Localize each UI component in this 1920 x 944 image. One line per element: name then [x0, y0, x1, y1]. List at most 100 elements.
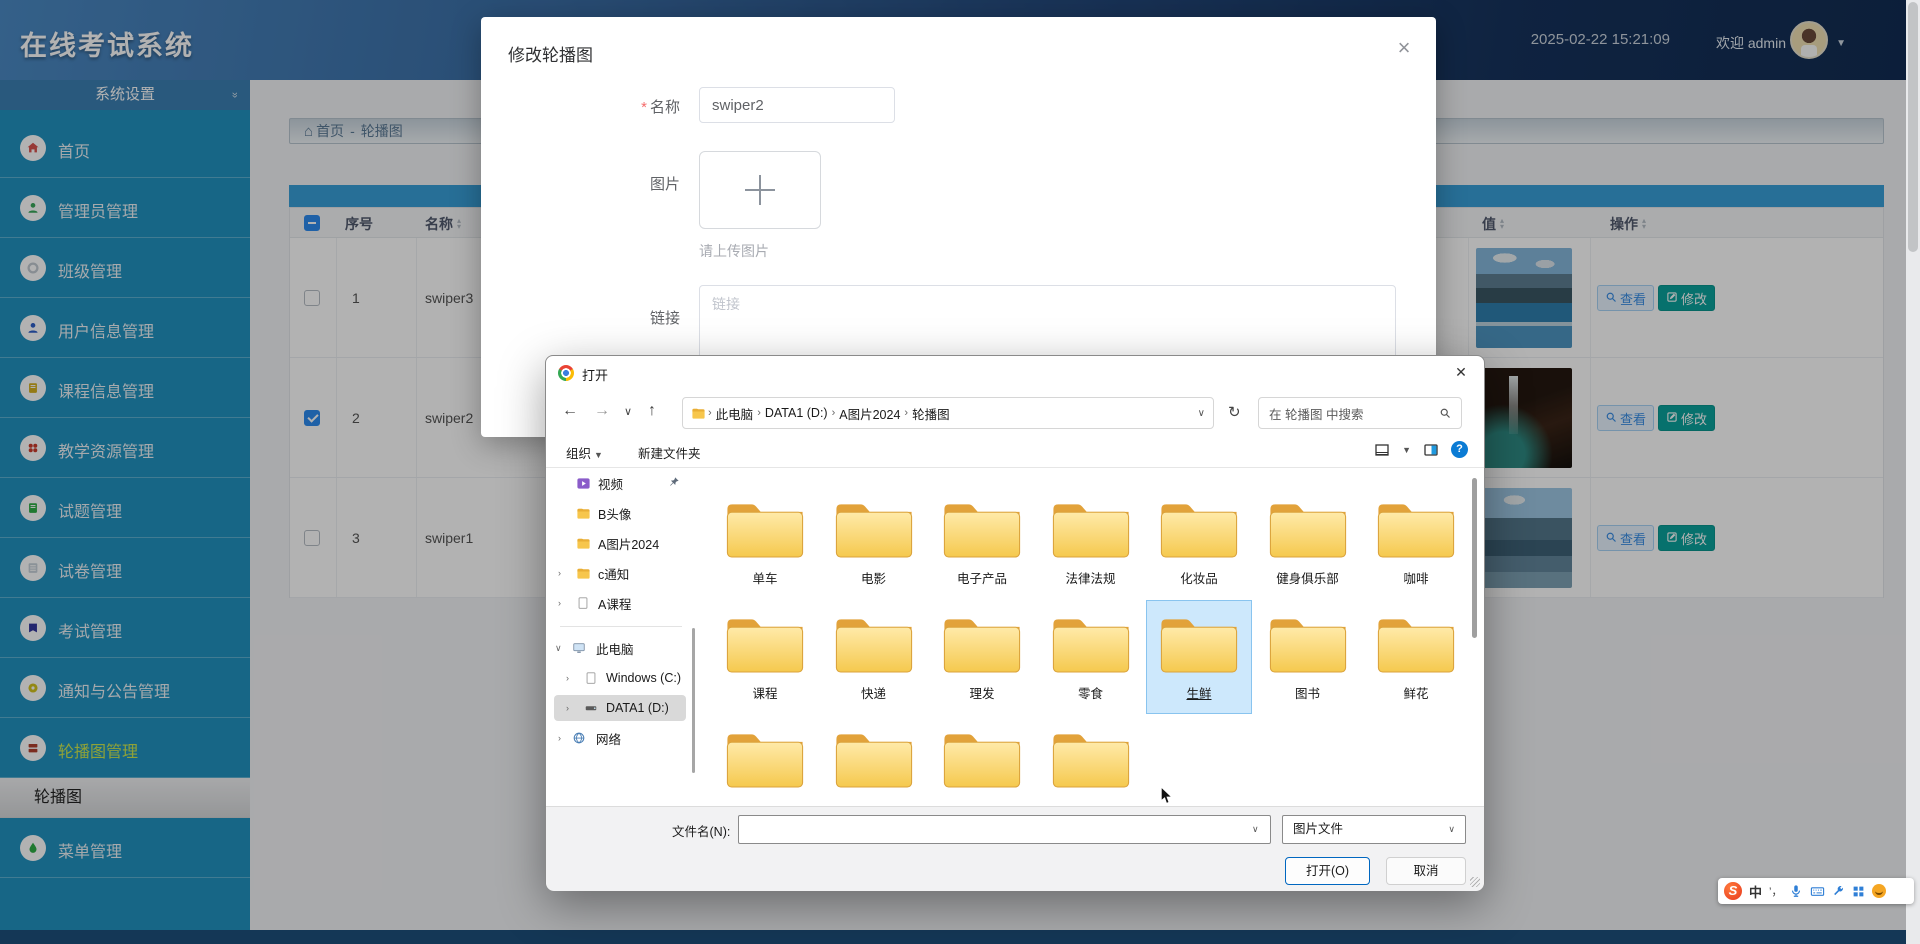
dialog-sidebar-item[interactable]: Windows (C:) [546, 663, 696, 693]
folder-label: 课程 [713, 683, 817, 702]
sidebar-item-icon [584, 701, 598, 715]
dialog-navbar: 此电脑 DATA1 (D:) A图片2024 轮播图 [546, 390, 1484, 436]
dialog-sidebar-item[interactable]: A课程 [546, 588, 696, 618]
address-crumb-wrap: 轮播图 [904, 404, 953, 423]
dialog-sidebar-item[interactable]: 视频 [546, 468, 696, 498]
folder-item[interactable] [822, 716, 926, 806]
refresh-icon[interactable] [1228, 403, 1241, 421]
folder-item[interactable] [930, 716, 1034, 806]
expand-icon[interactable] [566, 703, 569, 713]
organize-button[interactable]: 组织 [566, 443, 603, 462]
expand-icon[interactable] [558, 598, 561, 608]
folder-item[interactable]: 生鲜 [1147, 601, 1251, 713]
address-crumb[interactable]: 轮播图 [908, 404, 954, 423]
folder-item[interactable]: 课程 [713, 601, 817, 713]
name-input[interactable] [699, 87, 895, 123]
image-upload-box[interactable] [699, 151, 821, 229]
dialog-sidebar-item[interactable]: A图片2024 [546, 528, 696, 558]
help-icon[interactable]: ? [1451, 441, 1468, 458]
sidebar-item-label: B头像 [598, 504, 631, 523]
file-type-select[interactable]: 图片文件 [1282, 815, 1466, 844]
dialog-sidebar-item[interactable]: 此电脑 [546, 633, 696, 663]
folder-item[interactable]: 图书 [1256, 601, 1360, 713]
dialog-close-icon[interactable] [1438, 356, 1484, 390]
microphone-icon[interactable] [1789, 884, 1803, 898]
expand-icon[interactable] [558, 733, 561, 743]
folder-item[interactable]: 电影 [822, 486, 926, 598]
address-dropdown-icon[interactable] [1198, 408, 1205, 419]
dialog-sidebar-item[interactable]: DATA1 (D:) [546, 693, 696, 723]
ime-mode-toggle[interactable]: 中 [1749, 882, 1762, 901]
dialog-sidebar-item[interactable]: c通知 [546, 558, 696, 588]
sogou-logo-icon[interactable]: S [1724, 882, 1742, 900]
expand-icon[interactable] [566, 673, 569, 683]
sidebar-scrollbar[interactable] [692, 628, 695, 773]
view-mode-icon[interactable] [1374, 442, 1390, 458]
folder-icon-large [1156, 609, 1242, 682]
scrollbar-thumb[interactable] [1908, 2, 1918, 252]
keyboard-icon[interactable] [1810, 884, 1825, 899]
folder-item[interactable]: 健身俱乐部 [1256, 486, 1360, 598]
folder-label: 法律法规 [1039, 568, 1143, 587]
modal-close-icon[interactable] [1390, 35, 1418, 63]
dialog-resize-grip[interactable] [1470, 877, 1480, 887]
open-button[interactable]: 打开(O) [1285, 857, 1370, 885]
new-folder-button[interactable]: 新建文件夹 [638, 443, 701, 462]
folder-icon-large [1373, 609, 1456, 682]
folder-item[interactable]: 鲜花 [1364, 601, 1456, 713]
preview-pane-icon[interactable] [1423, 442, 1439, 458]
folder-item[interactable] [713, 716, 817, 806]
browser-scrollbar[interactable] [1906, 0, 1920, 944]
folder-item[interactable]: 法律法规 [1039, 486, 1143, 598]
address-crumb[interactable]: 此电脑 [712, 404, 758, 423]
toolbox-icon[interactable] [1832, 885, 1845, 898]
files-scrollbar[interactable] [1472, 478, 1477, 638]
filename-input[interactable] [738, 815, 1271, 844]
folder-icon-large [722, 724, 808, 797]
forward-icon[interactable] [594, 402, 610, 420]
filename-label: 文件名(N): [672, 821, 730, 840]
folder-icon [691, 406, 706, 421]
emoji-icon[interactable] [1872, 884, 1886, 898]
image-field-label: 图片 [490, 173, 680, 194]
dialog-sidebar-item[interactable]: B头像 [546, 498, 696, 528]
search-box[interactable]: 在 轮播图 中搜索 [1258, 397, 1462, 429]
address-bar[interactable]: 此电脑 DATA1 (D:) A图片2024 轮播图 [682, 397, 1214, 429]
chrome-icon [558, 365, 574, 381]
dialog-titlebar[interactable]: 打开 [546, 356, 1484, 390]
folder-grid: 单车 电影 电子产品 法律法规 化妆品 [696, 468, 1456, 806]
history-dropdown-icon[interactable] [624, 405, 632, 418]
expand-icon[interactable] [558, 568, 561, 578]
up-icon[interactable] [648, 402, 656, 420]
dialog-title: 打开 [582, 365, 608, 384]
collapse-icon[interactable] [555, 643, 562, 654]
mouse-cursor [1160, 786, 1173, 810]
sidebar-entry-wrap: B头像 [546, 498, 696, 528]
upload-hint: 请上传图片 [699, 241, 769, 261]
sidebar-item-label: A课程 [598, 594, 631, 613]
dropdown-icon [594, 450, 603, 460]
sidebar-divider [560, 626, 682, 627]
folder-icon-large [939, 494, 1025, 567]
ime-punctuation-toggle[interactable]: ’， [1769, 883, 1782, 899]
folder-item[interactable]: 单车 [713, 486, 817, 598]
folder-label: 单车 [713, 568, 817, 587]
cancel-button[interactable]: 取消 [1386, 857, 1466, 885]
folder-item[interactable]: 快递 [822, 601, 926, 713]
folder-item[interactable]: 零食 [1039, 601, 1143, 713]
back-icon[interactable] [562, 402, 578, 420]
folder-item[interactable]: 咖啡 [1364, 486, 1456, 598]
sidebar-item-icon [576, 566, 591, 581]
folder-item[interactable] [1039, 716, 1143, 806]
address-crumb[interactable]: A图片2024 [835, 404, 904, 423]
folder-item[interactable]: 化妆品 [1147, 486, 1251, 598]
folder-icon-large [1048, 724, 1134, 797]
grid-icon[interactable] [1852, 885, 1865, 898]
address-crumb[interactable]: DATA1 (D:) [761, 406, 832, 420]
filename-dropdown-icon[interactable] [1252, 824, 1259, 835]
folder-item[interactable]: 理发 [930, 601, 1034, 713]
folder-label: 电子产品 [930, 568, 1034, 587]
view-mode-dropdown-icon[interactable] [1402, 445, 1411, 455]
folder-item[interactable]: 电子产品 [930, 486, 1034, 598]
dialog-sidebar-item[interactable]: 网络 [546, 723, 696, 753]
